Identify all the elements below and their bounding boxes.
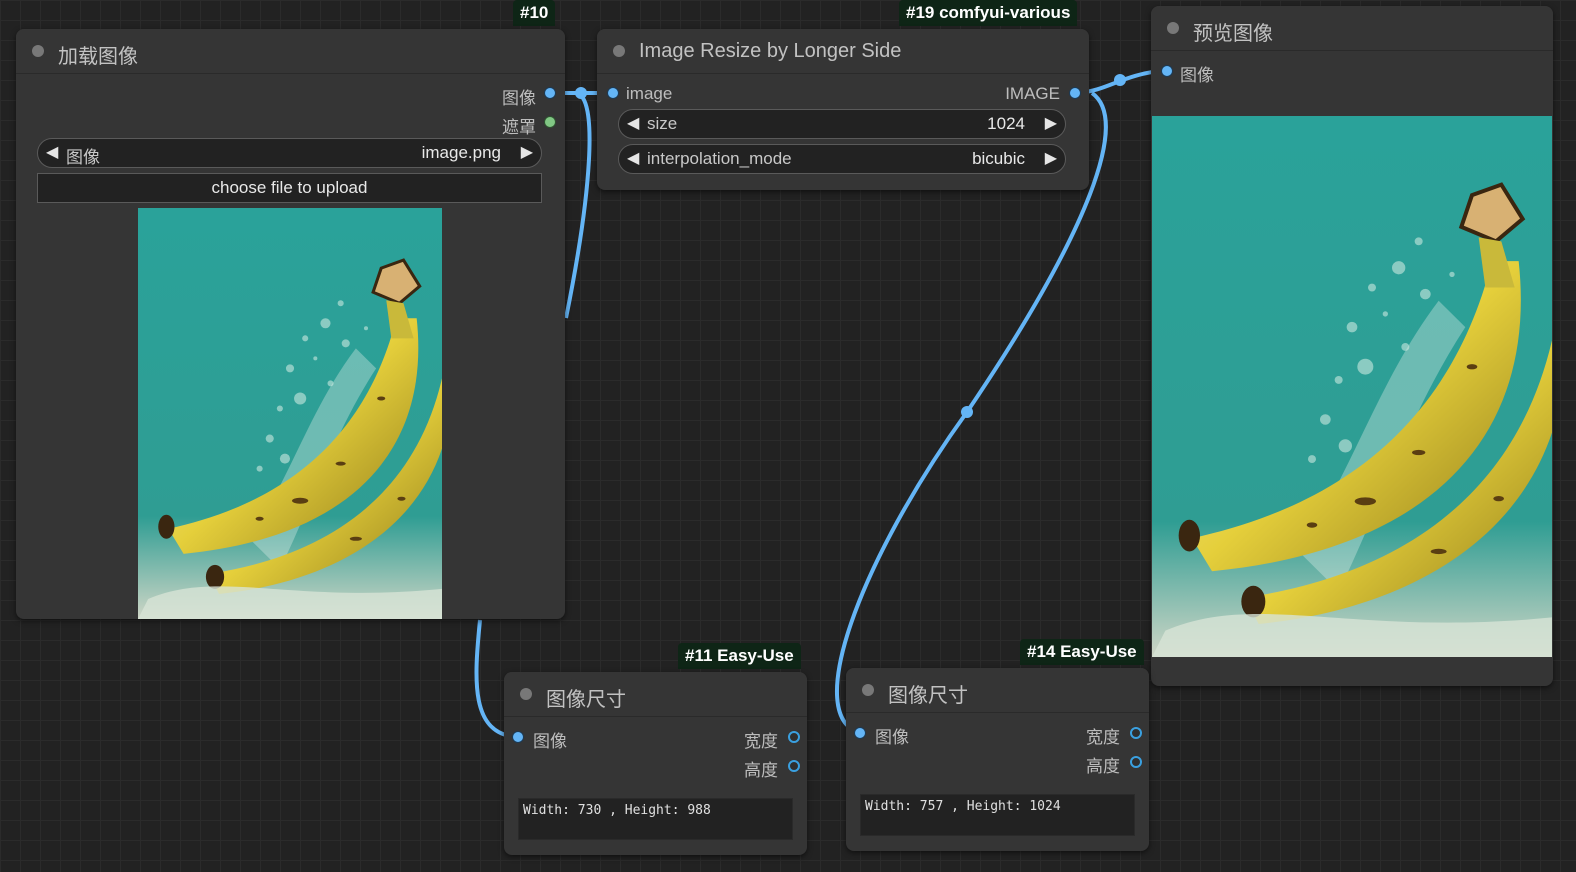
output-label-image: IMAGE [1005, 84, 1060, 103]
decrement-arrow-icon[interactable]: ◀ [627, 148, 639, 168]
output-label-height: 高度 [1086, 757, 1120, 776]
output-label-width: 宽度 [1086, 728, 1120, 747]
collapse-toggle[interactable] [32, 45, 44, 57]
widget-label: interpolation_mode [647, 149, 792, 168]
increment-arrow-icon[interactable]: ▶ [1045, 113, 1057, 133]
node-id-badge: #14 Easy-Use [1020, 639, 1144, 665]
collapse-toggle[interactable] [613, 45, 625, 57]
decrement-arrow-icon[interactable]: ◀ [46, 142, 58, 162]
image-size-node-a[interactable]: 图像尺寸 图像 宽度 高度 Width: 730 , Height: 988 [504, 672, 807, 855]
input-port-image[interactable] [512, 731, 524, 743]
input-label-image: 图像 [875, 728, 909, 747]
input-port-image[interactable] [854, 727, 866, 739]
loaded-image-preview [138, 208, 442, 619]
link-midpoint-dot [1114, 74, 1126, 86]
collapse-toggle[interactable] [862, 684, 874, 696]
output-label-height: 高度 [744, 761, 778, 780]
node-title: 图像尺寸 [546, 689, 626, 711]
input-label-image: 图像 [533, 732, 567, 751]
node-id-badge: #19 comfyui-various [899, 0, 1078, 26]
output-port-height[interactable] [1130, 756, 1142, 768]
decrement-arrow-icon[interactable]: ◀ [627, 113, 639, 133]
image-resize-node[interactable]: Image Resize by Longer Side image IMAGE … [597, 29, 1089, 190]
node-title: 加载图像 [58, 46, 138, 68]
node-header[interactable]: 加载图像 [16, 29, 565, 74]
load-image-node[interactable]: 加载图像 图像 遮罩 ◀ 图像 image.png ▶ choose file … [16, 29, 565, 619]
node-title: Image Resize by Longer Side [639, 40, 902, 62]
collapse-toggle[interactable] [1167, 22, 1179, 34]
widget-value: 1024 [987, 114, 1025, 133]
output-port-image[interactable] [1069, 87, 1081, 99]
input-port-image[interactable] [1161, 65, 1173, 77]
output-port-width[interactable] [788, 731, 800, 743]
preview-image-node[interactable]: 预览图像 图像 [1151, 6, 1553, 686]
widget-value: image.png [421, 143, 501, 162]
node-title: 预览图像 [1193, 23, 1273, 45]
widget-label: size [647, 114, 678, 133]
node-id-badge: #11 Easy-Use [678, 643, 801, 669]
widget-value: bicubic [972, 149, 1025, 168]
input-port-image[interactable] [607, 87, 619, 99]
node-header[interactable]: 预览图像 [1151, 6, 1553, 51]
node-id-badge: #10 [513, 0, 556, 26]
upload-button[interactable]: choose file to upload [37, 173, 542, 203]
output-port-mask[interactable] [544, 116, 556, 128]
output-label-width: 宽度 [744, 732, 778, 751]
link-midpoint-dot-b [961, 406, 973, 418]
output-port-height[interactable] [788, 760, 800, 772]
output-port-image[interactable] [544, 87, 556, 99]
image-size-node-b[interactable]: 图像尺寸 图像 宽度 高度 Width: 757 , Height: 1024 [846, 668, 1149, 851]
size-widget[interactable]: ◀ size 1024 ▶ [618, 109, 1066, 139]
node-header[interactable]: Image Resize by Longer Side [597, 29, 1089, 74]
node-title: 图像尺寸 [888, 685, 968, 707]
output-label-image: 图像 [502, 89, 536, 108]
increment-arrow-icon[interactable]: ▶ [521, 142, 533, 162]
output-label-mask: 遮罩 [502, 118, 536, 137]
preview-image [1152, 116, 1552, 657]
node-header[interactable]: 图像尺寸 [504, 672, 807, 717]
collapse-toggle[interactable] [520, 688, 532, 700]
node-header[interactable]: 图像尺寸 [846, 668, 1149, 713]
link-load-to-size-a [564, 91, 592, 319]
image-select-widget[interactable]: ◀ 图像 image.png ▶ [37, 138, 542, 168]
increment-arrow-icon[interactable]: ▶ [1045, 148, 1057, 168]
link-reroute-dot [575, 87, 587, 99]
output-port-width[interactable] [1130, 727, 1142, 739]
input-label-image: 图像 [1180, 66, 1214, 85]
interpolation-mode-widget[interactable]: ◀ interpolation_mode bicubic ▶ [618, 144, 1066, 174]
size-readout: Width: 730 , Height: 988 [518, 798, 793, 840]
size-readout: Width: 757 , Height: 1024 [860, 794, 1135, 836]
input-label-image: image [626, 84, 673, 103]
widget-label: 图像 [66, 148, 100, 167]
